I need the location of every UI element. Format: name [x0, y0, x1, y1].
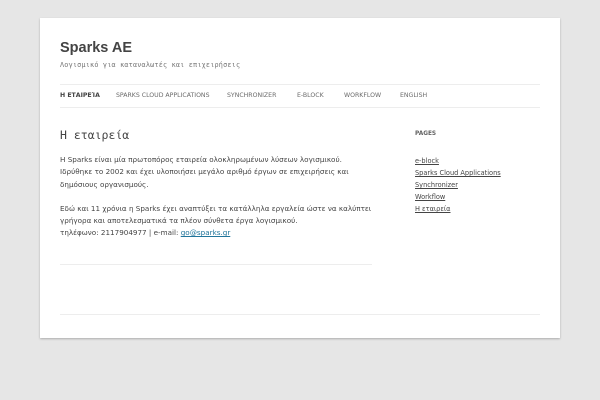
list-item: Synchronizer	[415, 179, 501, 191]
entry-content: Η Sparks είναι μία πρωτοπόρος εταιρεία ο…	[60, 154, 372, 252]
nav-item-synchronizer[interactable]: Synchronizer	[227, 85, 276, 107]
list-item: Sparks Cloud Applications	[415, 167, 501, 179]
entry-paragraph-contact: Εδώ και 11 χρόνια η Sparks έχει αναπτύξε…	[60, 203, 372, 240]
footer-divider	[60, 314, 540, 315]
nav-item-english[interactable]: English	[400, 85, 427, 107]
nav-item-cloud-applications[interactable]: Sparks Cloud Applications	[116, 85, 210, 107]
nav-item-e-block[interactable]: E-block	[297, 85, 324, 107]
sidebar-link-workflow[interactable]: Workflow	[415, 193, 445, 201]
phone-line: τηλέφωνο: 2117904977 | e-mail:	[60, 228, 181, 238]
site-title[interactable]: Sparks AE	[60, 40, 132, 56]
entry-title: Η εταιρεία	[60, 128, 130, 142]
pages-widget-title: Pages	[415, 131, 437, 137]
list-item: e-block	[415, 155, 501, 167]
nav-item-company[interactable]: Η εταιρεία	[60, 85, 100, 107]
main-navigation: Η εταιρεία Sparks Cloud Applications Syn…	[60, 84, 540, 108]
list-item: Workflow	[415, 191, 501, 203]
email-link[interactable]: go@sparks.gr	[181, 228, 231, 237]
sidebar-link-cloud-applications[interactable]: Sparks Cloud Applications	[415, 169, 501, 177]
pages-widget-list: e-block Sparks Cloud Applications Synchr…	[415, 155, 501, 215]
entry-paragraph-experience: Εδώ και 11 χρόνια η Sparks έχει αναπτύξε…	[60, 203, 372, 226]
nav-item-workflow[interactable]: Workflow	[344, 85, 381, 107]
sidebar-link-e-block[interactable]: e-block	[415, 157, 439, 165]
entry-paragraph-intro: Η Sparks είναι μία πρωτοπόρος εταιρεία ο…	[60, 155, 349, 189]
sidebar-link-company[interactable]: Η εταιρεία	[415, 205, 451, 213]
sidebar-link-synchronizer[interactable]: Synchronizer	[415, 181, 458, 189]
list-item: Η εταιρεία	[415, 203, 501, 215]
page-container: Sparks AE Λογισμικό για καταναλωτές και …	[40, 18, 560, 338]
content-divider	[60, 264, 372, 265]
site-description: Λογισμικό για καταναλωτές και επιχειρήσε…	[60, 61, 241, 69]
